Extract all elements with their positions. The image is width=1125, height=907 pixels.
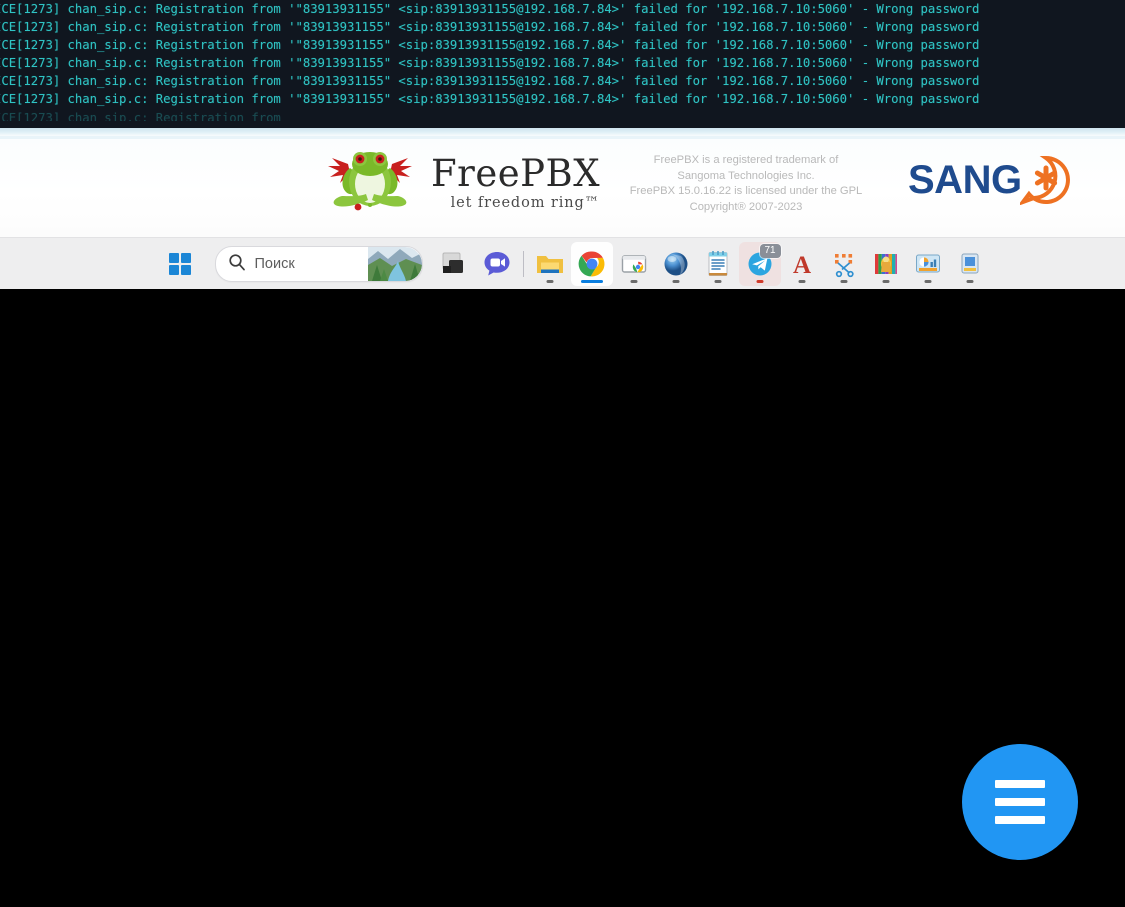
task-view-icon bbox=[440, 249, 470, 279]
task-view-button[interactable] bbox=[434, 242, 476, 286]
freepbx-logo[interactable]: FreePBX let freedom ring™ bbox=[320, 141, 600, 219]
floating-menu-button[interactable] bbox=[962, 744, 1078, 860]
terminal-line: ICE[1273] chan_sip.c: Registration from … bbox=[0, 38, 980, 53]
freepbx-legal-text: FreePBX is a registered trademark of San… bbox=[600, 153, 892, 215]
taskbar-active-indicator bbox=[580, 280, 603, 283]
chrome-app-window-icon bbox=[619, 249, 649, 279]
taskbar-running-indicator bbox=[756, 280, 763, 283]
chart-presentation-icon bbox=[913, 249, 943, 279]
presentation-app-button[interactable] bbox=[907, 242, 949, 286]
sangoma-logo[interactable]: SANG bbox=[908, 155, 1072, 207]
taskbar-separator bbox=[522, 251, 524, 277]
search-highlight-thumbnail[interactable] bbox=[367, 247, 422, 281]
taskbar-running-indicator bbox=[630, 280, 637, 283]
terminal-line-partial: ICE[1273] chan_sip.c: Registration from bbox=[0, 110, 281, 121]
legal-line-4: Copyright® 2007-2023 bbox=[689, 200, 803, 213]
blue-sphere-icon bbox=[661, 249, 691, 279]
freepbx-title: FreePBX bbox=[431, 151, 601, 195]
telegram-button[interactable]: 71 bbox=[738, 242, 781, 286]
sangoma-asterisk-icon bbox=[1016, 155, 1072, 207]
taskbar-running-indicator bbox=[714, 280, 721, 283]
sangoma-wordmark: SANG bbox=[908, 158, 1022, 202]
notepad-button[interactable] bbox=[697, 242, 739, 286]
terminal-line: ICE[1273] chan_sip.c: Registration from … bbox=[0, 2, 980, 16]
hamburger-bar bbox=[995, 816, 1045, 824]
terminal-window[interactable]: ICE[1273] chan_sip.c: Registration from … bbox=[0, 0, 1125, 128]
google-chrome-button[interactable] bbox=[570, 242, 613, 286]
terminal-line: ICE[1273] chan_sip.c: Registration from … bbox=[0, 92, 980, 107]
svg-text:A: A bbox=[792, 252, 810, 279]
winrar-button[interactable] bbox=[865, 242, 907, 286]
search-input[interactable]: Поиск bbox=[214, 246, 423, 282]
taskbar-running-indicator bbox=[672, 280, 679, 283]
taskbar-running-indicator bbox=[966, 280, 973, 283]
telegram-unread-badge: 71 bbox=[759, 244, 781, 258]
page-content-area bbox=[0, 289, 1125, 907]
windows-logo-icon bbox=[168, 253, 191, 275]
blue-sphere-app-button[interactable] bbox=[655, 242, 697, 286]
chat-bubble-icon bbox=[482, 249, 512, 279]
notepad-icon bbox=[703, 249, 733, 279]
taskbar-running-indicator bbox=[882, 280, 889, 283]
terminal-line: ICE[1273] chan_sip.c: Registration from … bbox=[0, 74, 980, 89]
chrome-icon bbox=[577, 249, 607, 279]
terminal-line: ICE[1273] chan_sip.c: Registration from … bbox=[0, 20, 980, 35]
legal-line-3: FreePBX 15.0.16.22 is licensed under the… bbox=[629, 185, 863, 198]
taskbar-running-indicator bbox=[924, 280, 931, 283]
taskbar-running-indicator bbox=[546, 280, 553, 283]
autocad-button[interactable]: A bbox=[781, 242, 823, 286]
hamburger-bar bbox=[995, 798, 1045, 806]
edge-app-button[interactable] bbox=[949, 242, 991, 286]
scissors-crop-icon bbox=[829, 249, 859, 279]
start-button[interactable] bbox=[159, 242, 201, 286]
legal-line-1: FreePBX is a registered trademark of bbox=[653, 154, 839, 166]
terminal-line: ICE[1273] chan_sip.c: Registration from … bbox=[0, 56, 980, 71]
windows-taskbar[interactable]: Поиск 71 A bbox=[0, 237, 1125, 290]
freepbx-tagline: let freedom ring™ bbox=[450, 194, 601, 211]
legal-line-2: Sangoma Technologies Inc. bbox=[677, 169, 815, 182]
archive-books-icon bbox=[871, 249, 901, 279]
taskbar-running-indicator bbox=[840, 280, 847, 283]
folder-icon bbox=[535, 249, 565, 279]
chat-button[interactable] bbox=[476, 242, 518, 286]
freepbx-banner: FreePBX let freedom ring™ FreePBX is a r… bbox=[0, 139, 1125, 237]
file-explorer-button[interactable] bbox=[529, 242, 571, 286]
taskbar-running-indicator bbox=[798, 280, 805, 283]
snipping-tool-button[interactable] bbox=[823, 242, 865, 286]
letter-a-icon: A bbox=[787, 249, 817, 279]
search-placeholder-text: Поиск bbox=[254, 256, 295, 272]
freepbx-frog-icon bbox=[320, 144, 425, 216]
search-icon bbox=[228, 253, 246, 276]
app-icon-partial bbox=[955, 249, 985, 279]
hamburger-bar bbox=[995, 780, 1045, 788]
chrome-app-button[interactable] bbox=[613, 242, 655, 286]
